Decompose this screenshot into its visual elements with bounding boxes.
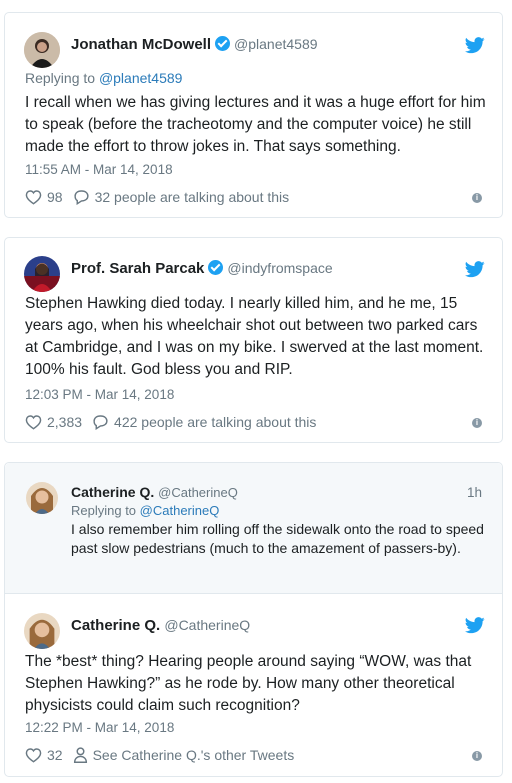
speech-bubble-icon[interactable] bbox=[73, 189, 90, 205]
tweet-card-2: Prof. Sarah Parcak @indyfromspace Stephen… bbox=[4, 237, 503, 443]
parent-age[interactable]: 1h bbox=[467, 485, 482, 500]
speech-bubble-icon[interactable] bbox=[92, 414, 109, 430]
twitter-bird-icon[interactable] bbox=[465, 261, 485, 278]
avatar[interactable] bbox=[24, 256, 60, 292]
person-icon[interactable] bbox=[73, 747, 88, 763]
heart-icon[interactable] bbox=[25, 747, 42, 763]
tweet-card-1: Jonathan McDowell @planet4589 Replying to… bbox=[4, 12, 503, 218]
tweet-timestamp[interactable]: 11:55 AM - Mar 14, 2018 bbox=[25, 162, 173, 177]
author-handle[interactable]: @planet4589 bbox=[234, 36, 318, 52]
info-icon[interactable]: i bbox=[472, 418, 482, 428]
tweet-text: Stephen Hawking died today. I nearly kil… bbox=[25, 295, 484, 378]
parent-author-name[interactable]: Catherine Q. @CatherineQ bbox=[71, 484, 238, 500]
tweet-text: The *best* thing? Hearing people around … bbox=[25, 653, 472, 714]
parent-tweet-text: I also remember him rolling off the side… bbox=[71, 521, 484, 556]
twitter-bird-icon[interactable] bbox=[465, 37, 485, 54]
parent-reply-to-link[interactable]: @CatherineQ bbox=[140, 503, 220, 518]
author-name[interactable]: Catherine Q. @CatherineQ bbox=[71, 617, 250, 634]
verified-badge-icon bbox=[215, 36, 231, 51]
tweet-card-3: Catherine Q. @CatherineQ 1h Replying to … bbox=[4, 462, 503, 777]
talking-count[interactable]: 422 people are talking about this bbox=[114, 414, 316, 430]
heart-icon[interactable] bbox=[25, 189, 42, 205]
tweet-actions: 2,383 422 people are talking about this bbox=[25, 414, 316, 430]
avatar[interactable] bbox=[26, 482, 58, 514]
tweet-text: I recall when we has giving lectures and… bbox=[25, 94, 486, 155]
see-other-tweets-link[interactable]: See Catherine Q.'s other Tweets bbox=[93, 747, 295, 763]
like-count[interactable]: 32 bbox=[47, 747, 63, 763]
like-count[interactable]: 98 bbox=[47, 189, 63, 205]
like-count[interactable]: 2,383 bbox=[47, 414, 82, 430]
author-name[interactable]: Jonathan McDowell @planet4589 bbox=[71, 36, 318, 53]
twitter-bird-icon[interactable] bbox=[465, 617, 485, 634]
avatar[interactable] bbox=[24, 613, 60, 649]
tweet-actions: 32 See Catherine Q.'s other Tweets bbox=[25, 747, 294, 763]
parent-replying-to: Replying to @CatherineQ bbox=[71, 503, 220, 518]
author-handle[interactable]: @indyfromspace bbox=[227, 260, 332, 276]
parent-author-handle[interactable]: @CatherineQ bbox=[158, 485, 238, 500]
author-name[interactable]: Prof. Sarah Parcak @indyfromspace bbox=[71, 260, 333, 277]
info-icon[interactable]: i bbox=[472, 193, 482, 203]
heart-icon[interactable] bbox=[25, 414, 42, 430]
tweet-actions: 98 32 people are talking about this bbox=[25, 189, 289, 205]
author-handle[interactable]: @CatherineQ bbox=[164, 617, 250, 633]
verified-badge-icon bbox=[208, 260, 224, 275]
replying-to: Replying to @planet4589 bbox=[25, 70, 183, 86]
reply-to-link[interactable]: @planet4589 bbox=[99, 70, 183, 86]
info-icon[interactable]: i bbox=[472, 751, 482, 761]
tweet-timestamp[interactable]: 12:22 PM - Mar 14, 2018 bbox=[25, 720, 174, 735]
tweet-timestamp[interactable]: 12:03 PM - Mar 14, 2018 bbox=[25, 387, 174, 402]
avatar[interactable] bbox=[24, 32, 60, 68]
talking-count[interactable]: 32 people are talking about this bbox=[95, 189, 290, 205]
